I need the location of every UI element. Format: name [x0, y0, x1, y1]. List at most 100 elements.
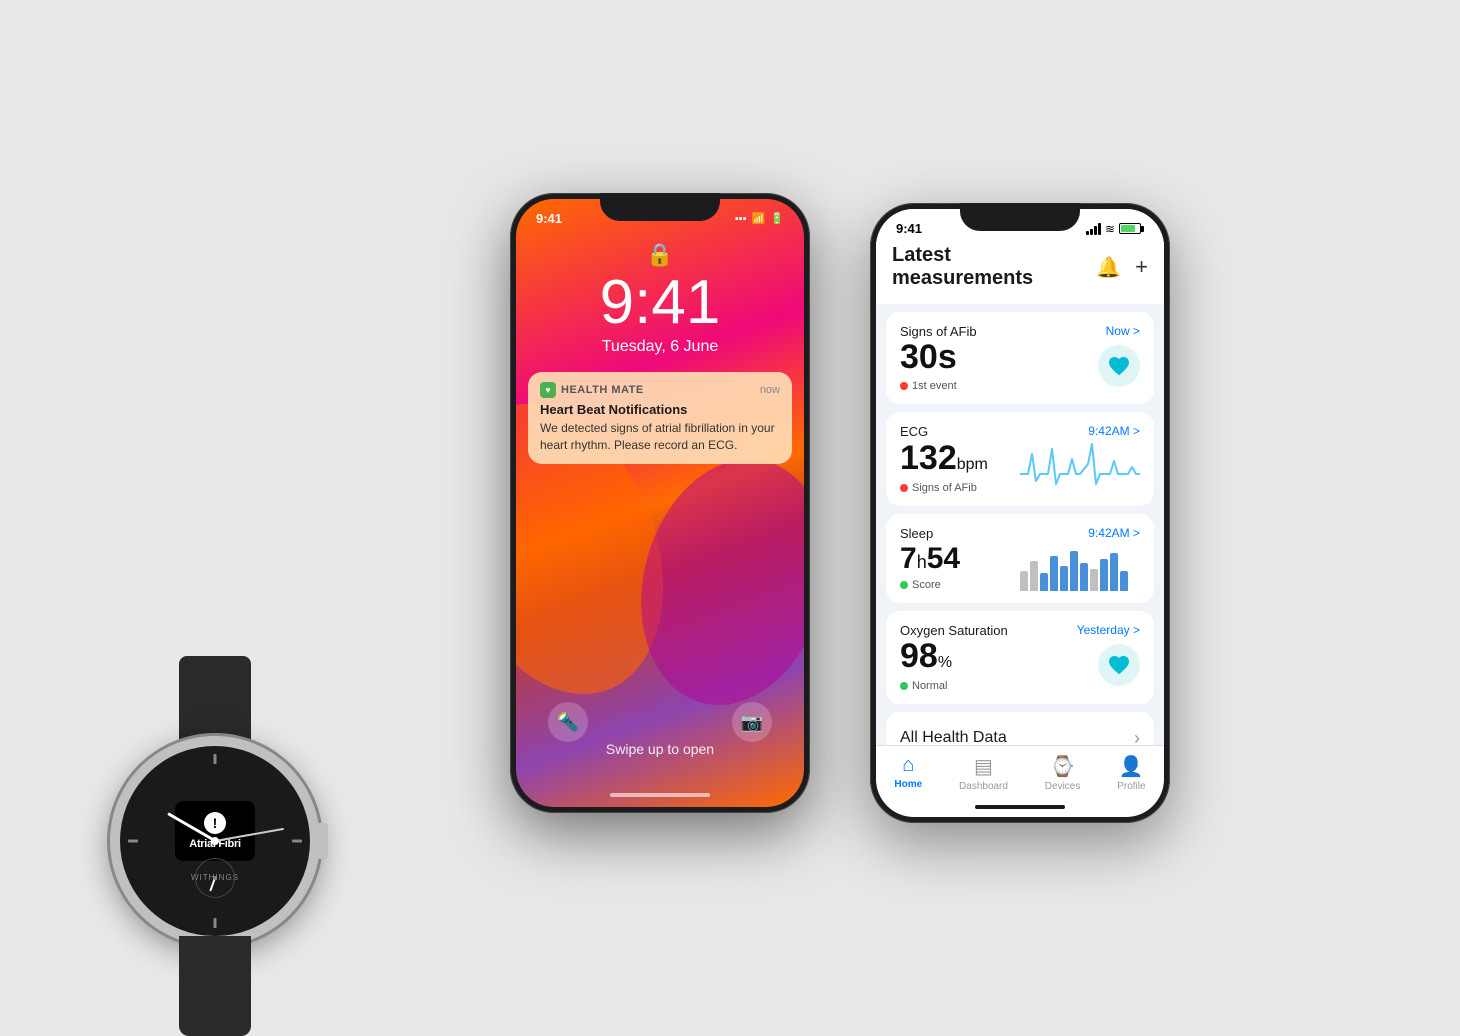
heart-svg [1107, 354, 1131, 378]
watch-crown [316, 823, 328, 859]
bell-icon[interactable]: 🔔 [1096, 255, 1121, 280]
devices-tab-icon: ⌚ [1050, 754, 1075, 779]
sleep-value-row: 7h54 Score [900, 541, 1140, 591]
notif-time: now [760, 384, 780, 396]
home-indicator-left [610, 793, 710, 797]
tab-home[interactable]: ⌂ Home [894, 754, 922, 790]
watch-body: ! Atrial Fibri WITHINGS [110, 736, 320, 946]
app-inner: 9:41 ≋ [876, 209, 1164, 817]
home-tab-icon: ⌂ [902, 754, 914, 777]
measurements-list: Signs of AFib Now > 30s 1st event [876, 304, 1164, 817]
oxygen-value: 98% [900, 638, 1098, 675]
sleep-badge-label: Score [912, 579, 941, 591]
ecg-value-row: 132bpm Signs of AFib [900, 439, 1140, 494]
wifi-icon: 📶 [752, 212, 766, 225]
watch-center-dot [211, 837, 219, 845]
watch-subdial [195, 858, 235, 898]
ecg-value-left: 132bpm Signs of AFib [900, 440, 1020, 493]
app-status-time: 9:41 [896, 221, 922, 236]
ecg-svg [1020, 439, 1140, 489]
sleep-card-header: Sleep 9:42AM > [900, 526, 1140, 541]
sleep-time: 9:42AM > [1088, 526, 1140, 540]
notif-app: ♥ HEALTH MATE [540, 382, 644, 398]
ecg-card-header: ECG 9:42AM > [900, 424, 1140, 439]
watch-strap-top [179, 656, 251, 746]
ecg-badge: Signs of AFib [900, 482, 1020, 494]
afib-badge-dot [900, 382, 908, 390]
watch-strap-bottom [179, 936, 251, 1036]
ecg-badge-label: Signs of AFib [912, 482, 977, 494]
oxygen-badge-label: Normal [912, 680, 947, 692]
ecg-value: 132bpm [900, 440, 1020, 477]
ecg-title: ECG [900, 424, 928, 439]
sleep-value: 7h54 [900, 542, 1020, 575]
ecg-unit: bpm [957, 456, 988, 473]
app-header-actions: 🔔 + [1096, 254, 1148, 280]
sleep-chart [1020, 541, 1140, 591]
lock-symbol: 🔒 [646, 242, 673, 267]
lock-icon: 🔒 [516, 242, 804, 268]
notification-card: ♥ HEALTH MATE now Heart Beat Notificatio… [528, 372, 792, 464]
dashboard-tab-icon: ▤ [974, 754, 993, 779]
battery-icon: 🔋 [770, 212, 784, 225]
swipe-text: Swipe up to open [516, 741, 804, 757]
ecg-chart [1020, 439, 1140, 494]
signal-bars-icon [1086, 223, 1101, 235]
afib-value: 30s [900, 339, 1098, 376]
afib-title: Signs of AFib [900, 324, 977, 339]
lockscreen-date: Tuesday, 6 June [516, 338, 804, 356]
oxygen-card[interactable]: Oxygen Saturation Yesterday > 98% [886, 611, 1154, 703]
oxygen-heart-svg [1107, 653, 1131, 677]
sleep-value-left: 7h54 Score [900, 542, 1020, 591]
camera-icon[interactable]: 📷 [732, 702, 772, 742]
sleep-badge-dot [900, 581, 908, 589]
oxygen-time: Yesterday > [1077, 623, 1140, 637]
oxygen-unit: % [938, 654, 952, 671]
tab-devices[interactable]: ⌚ Devices [1045, 754, 1081, 792]
flashlight-icon[interactable]: 🔦 [548, 702, 588, 742]
ecg-badge-dot [900, 484, 908, 492]
ecg-card[interactable]: ECG 9:42AM > 132bpm [886, 412, 1154, 506]
lockscreen-time: 9:41 [516, 272, 804, 334]
notif-header: ♥ HEALTH MATE now [540, 382, 780, 398]
phone-lockscreen: 9:41 ▪▪▪ 📶 🔋 🔒 9:41 Tuesday, 6 June [510, 193, 810, 813]
battery-app-icon [1119, 223, 1144, 234]
app-screen: 9:41 ≋ [876, 209, 1164, 817]
profile-tab-icon: 👤 [1119, 754, 1144, 779]
dashboard-tab-label: Dashboard [959, 781, 1008, 792]
afib-badge: 1st event [900, 380, 1098, 392]
oxygen-title: Oxygen Saturation [900, 623, 1008, 638]
afib-card[interactable]: Signs of AFib Now > 30s 1st event [886, 312, 1154, 404]
oxygen-badge-dot [900, 682, 908, 690]
oxygen-badge: Normal [900, 680, 1098, 692]
wifi-app-icon: ≋ [1105, 222, 1115, 236]
sleep-title: Sleep [900, 526, 933, 541]
sleep-badge: Score [900, 579, 1020, 591]
bg-blob-2 [615, 438, 804, 726]
lockscreen-bg: 9:41 ▪▪▪ 📶 🔋 🔒 9:41 Tuesday, 6 June [516, 199, 804, 807]
devices-tab-label: Devices [1045, 781, 1081, 792]
oxygen-card-header: Oxygen Saturation Yesterday > [900, 623, 1140, 638]
signal-icon: ▪▪▪ [735, 213, 747, 225]
afib-time: Now > [1106, 324, 1140, 338]
phone-app: 9:41 ≋ [870, 203, 1170, 823]
oxygen-value-left: 98% Normal [900, 638, 1098, 691]
app-status-icons: ≋ [1086, 222, 1144, 236]
scene: ! Atrial Fibri WITHINGS 9:41 [0, 0, 1460, 1026]
sleep-card[interactable]: Sleep 9:42AM > 7h54 [886, 514, 1154, 603]
ecg-time: 9:42AM > [1088, 424, 1140, 438]
app-header: Latest measurements 🔔 + [876, 236, 1164, 300]
home-indicator-right [975, 805, 1065, 809]
afib-card-header: Signs of AFib Now > [900, 324, 1140, 339]
tab-dashboard[interactable]: ▤ Dashboard [959, 754, 1008, 792]
ls-bottom-icons: 🔦 📷 [516, 702, 804, 742]
tab-profile[interactable]: 👤 Profile [1117, 754, 1145, 792]
lockscreen-status-icons: ▪▪▪ 📶 🔋 [735, 212, 784, 225]
lockscreen: 9:41 ▪▪▪ 📶 🔋 🔒 9:41 Tuesday, 6 June [516, 199, 804, 807]
lockscreen-status-time: 9:41 [536, 211, 562, 226]
notif-app-icon: ♥ [540, 382, 556, 398]
phone-notch-left [600, 193, 720, 221]
plus-icon[interactable]: + [1135, 254, 1148, 280]
phone-notch-right [960, 203, 1080, 231]
home-tab-label: Home [894, 779, 922, 790]
